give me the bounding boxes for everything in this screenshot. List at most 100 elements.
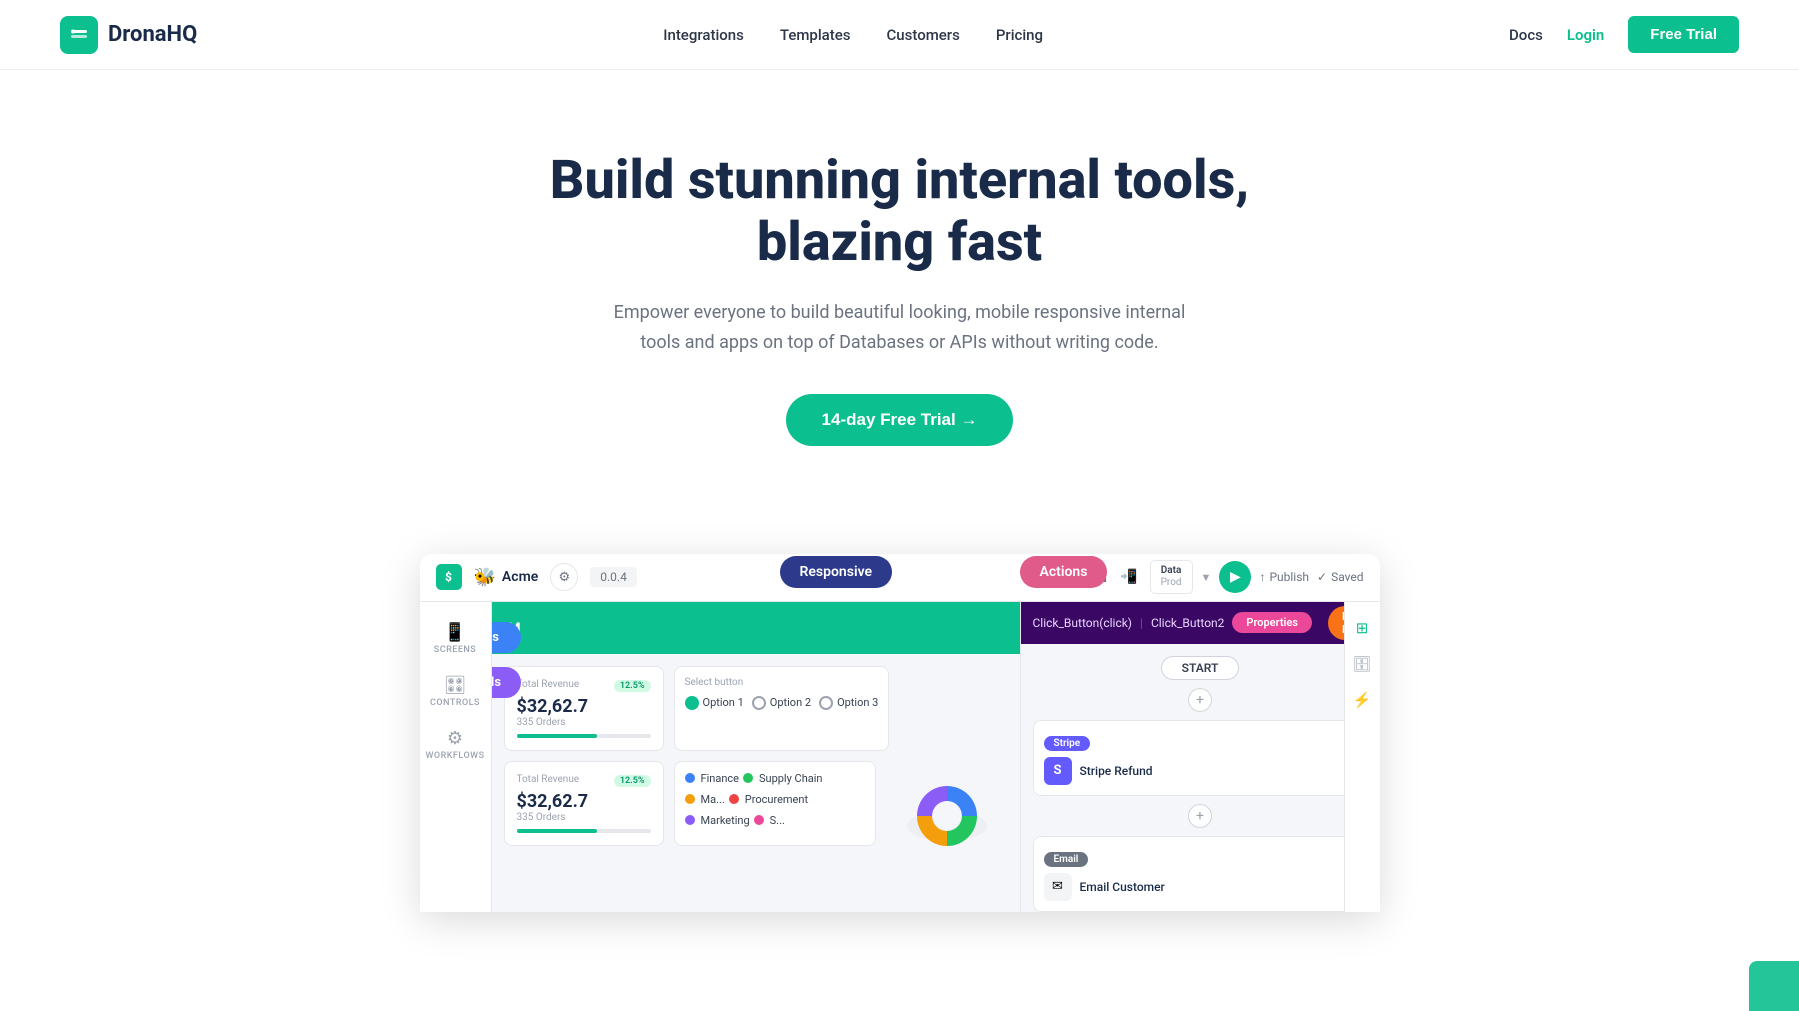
app-name: 🐝 Acme [474, 567, 539, 588]
nav-docs-link[interactable]: Docs [1509, 26, 1543, 44]
logo-link[interactable]: DronaHQ [60, 16, 197, 54]
nav-integrations[interactable]: Integrations [663, 26, 744, 44]
hero-section: Build stunning internal tools, blazing f… [0, 70, 1799, 506]
app-sidebar: 📱 SCREENS 🎛 CONTROLS ⚙ WORKFLOWS [420, 602, 492, 912]
email-action-name: Email Customer [1080, 880, 1165, 894]
email-action-row: ✉ Email Customer [1044, 873, 1357, 901]
corner-badge [1749, 961, 1799, 1011]
legend-item-finance: Finance [685, 772, 739, 785]
card1-sub: 335 Orders [517, 717, 651, 728]
sidebar-screens[interactable]: 📱 SCREENS [430, 614, 481, 663]
nav-pricing[interactable]: Pricing [996, 26, 1043, 44]
radio-option-1[interactable]: Option 1 [685, 696, 744, 710]
workflow-add-2[interactable]: + [1188, 804, 1212, 828]
workflow-body: START + Stripe S Stripe Refund + [1021, 644, 1380, 912]
saved-status: ✓Saved [1317, 570, 1364, 584]
workflows-label: WORKFLOWS [425, 751, 484, 761]
settings-icon[interactable]: ⚙ [550, 563, 578, 591]
radio-group-label: Select button [685, 677, 879, 688]
sidebar-workflows[interactable]: ⚙ WORKFLOWS [421, 720, 488, 769]
logo-icon [60, 16, 98, 54]
nav-customers[interactable]: Customers [887, 26, 960, 44]
controls-label: CONTROLS [430, 698, 480, 708]
screens-icon: 📱 [444, 622, 466, 643]
legend-item-procurement: Procurement [729, 793, 808, 806]
workflow-sep: | [1140, 616, 1143, 630]
legend-item-s: S... [754, 814, 785, 827]
radio-option-3[interactable]: Option 3 [819, 696, 878, 710]
legend-item-supply: Supply Chain [743, 772, 823, 785]
card1-value: $32,62.7 [517, 696, 651, 717]
app-bar: $ 🐝 Acme ⚙ 0.0.4 🖥 📱 ▬ 📲 Data [420, 554, 1380, 602]
nav-login-link[interactable]: Login [1567, 26, 1604, 44]
screens-label: SCREENS [434, 645, 477, 655]
workflow-start: START [1161, 656, 1240, 680]
app-screenshot: $ 🐝 Acme ⚙ 0.0.4 🖥 📱 ▬ 📲 Data [420, 554, 1380, 912]
nav-templates[interactable]: Templates [780, 26, 851, 44]
stripe-action-name: Stripe Refund [1080, 764, 1153, 778]
hero-subtext: Empower everyone to build beautiful look… [600, 298, 1200, 357]
right-icon-bar: ⊞ 🗄 ⚡ [1344, 602, 1380, 912]
workflows-icon: ⚙ [447, 728, 463, 749]
legend-area: Finance Supply Chain Ma... [674, 761, 876, 846]
card2-label: Total Revenue [517, 774, 580, 785]
stripe-badge: Stripe [1044, 736, 1091, 751]
data-card-1: Total Revenue 12.5% $32,62.7 335 Orders [504, 666, 664, 751]
preview-section: Responsive Actions $ 🐝 Acme ⚙ 0.0.4 [0, 506, 1799, 912]
logo-text: DronaHQ [108, 22, 197, 47]
card2-badge: 12.5% [614, 775, 651, 787]
mobile-icon[interactable]: 📲 [1116, 567, 1141, 588]
radio-options: Option 1 Option 2 Option 3 [685, 696, 879, 710]
legend-dot-ma [685, 794, 695, 804]
chart-area [886, 761, 1008, 846]
card2-sub: 335 Orders [517, 812, 651, 823]
badge-actions: Actions [1020, 556, 1108, 588]
legend-dot-marketing [685, 815, 695, 825]
controls-panel-badge[interactable]: Controls [492, 667, 522, 698]
nav-right: Docs Login Free Trial [1509, 16, 1739, 53]
panel-bolt-icon[interactable]: ⚡ [1348, 686, 1376, 714]
panel-data-icon[interactable]: 🗄 [1348, 650, 1376, 678]
legend-dot-supply [743, 773, 753, 783]
email-badge: Email [1044, 852, 1089, 867]
run-button[interactable]: ▶ [1219, 561, 1251, 593]
dropdown-arrow[interactable]: ▼ [1201, 571, 1212, 584]
data-prod-button[interactable]: Data Prod [1150, 560, 1193, 594]
navbar: DronaHQ Integrations Templates Customers… [0, 0, 1799, 70]
hero-cta-button[interactable]: 14-day Free Trial → [786, 394, 1014, 446]
workflow-panel: Click_Button(click) | Click_Button2 Prop… [1020, 602, 1380, 912]
app-version: 0.0.4 [590, 567, 637, 587]
card2-progress [517, 829, 651, 833]
radio-dot-2 [752, 696, 766, 710]
data-card-2: Total Revenue 12.5% $32,62.7 335 Orders [504, 761, 664, 846]
workflow-action-email: Email ✉ Email Customer [1033, 836, 1368, 912]
card1-progress-fill [517, 734, 597, 738]
card1-progress [517, 734, 651, 738]
app-body: 📱 SCREENS 🎛 CONTROLS ⚙ WORKFLOWS [420, 602, 1380, 912]
radio-dot-1 [685, 696, 699, 710]
screens-panel-badge[interactable]: Screens [492, 622, 522, 653]
sidebar-controls[interactable]: 🎛 CONTROLS [426, 667, 484, 716]
workflow-topbar: Click_Button(click) | Click_Button2 Prop… [1021, 602, 1380, 644]
stripe-icon: S [1044, 757, 1072, 785]
legend-item-marketing: Marketing [685, 814, 750, 827]
workflow-add-1[interactable]: + [1188, 688, 1212, 712]
radio-option-2[interactable]: Option 2 [752, 696, 811, 710]
controls-icon: 🎛 [444, 675, 467, 696]
nav-links: Integrations Templates Customers Pricing [663, 26, 1043, 44]
badge-responsive: Responsive [780, 556, 893, 588]
canvas-header: M [492, 602, 1020, 654]
legend-dot-procurement [729, 794, 739, 804]
nav-free-trial-button[interactable]: Free Trial [1628, 16, 1739, 53]
properties-button[interactable]: Properties [1232, 612, 1312, 633]
legend-dot-s [754, 815, 764, 825]
card2-progress-fill [517, 829, 597, 833]
radio-group: Select button Option 1 Option 2 [674, 666, 890, 751]
email-icon: ✉ [1044, 873, 1072, 901]
publish-button[interactable]: ↑Publish [1259, 570, 1309, 584]
card1-label: Total Revenue [517, 679, 580, 690]
panel-properties-icon[interactable]: ⊞ [1348, 614, 1376, 642]
app-canvas: Screens Controls M Total Revenue 12.5% [492, 602, 1020, 912]
app-logo-small: $ [436, 564, 462, 590]
donut-chart [897, 766, 997, 846]
